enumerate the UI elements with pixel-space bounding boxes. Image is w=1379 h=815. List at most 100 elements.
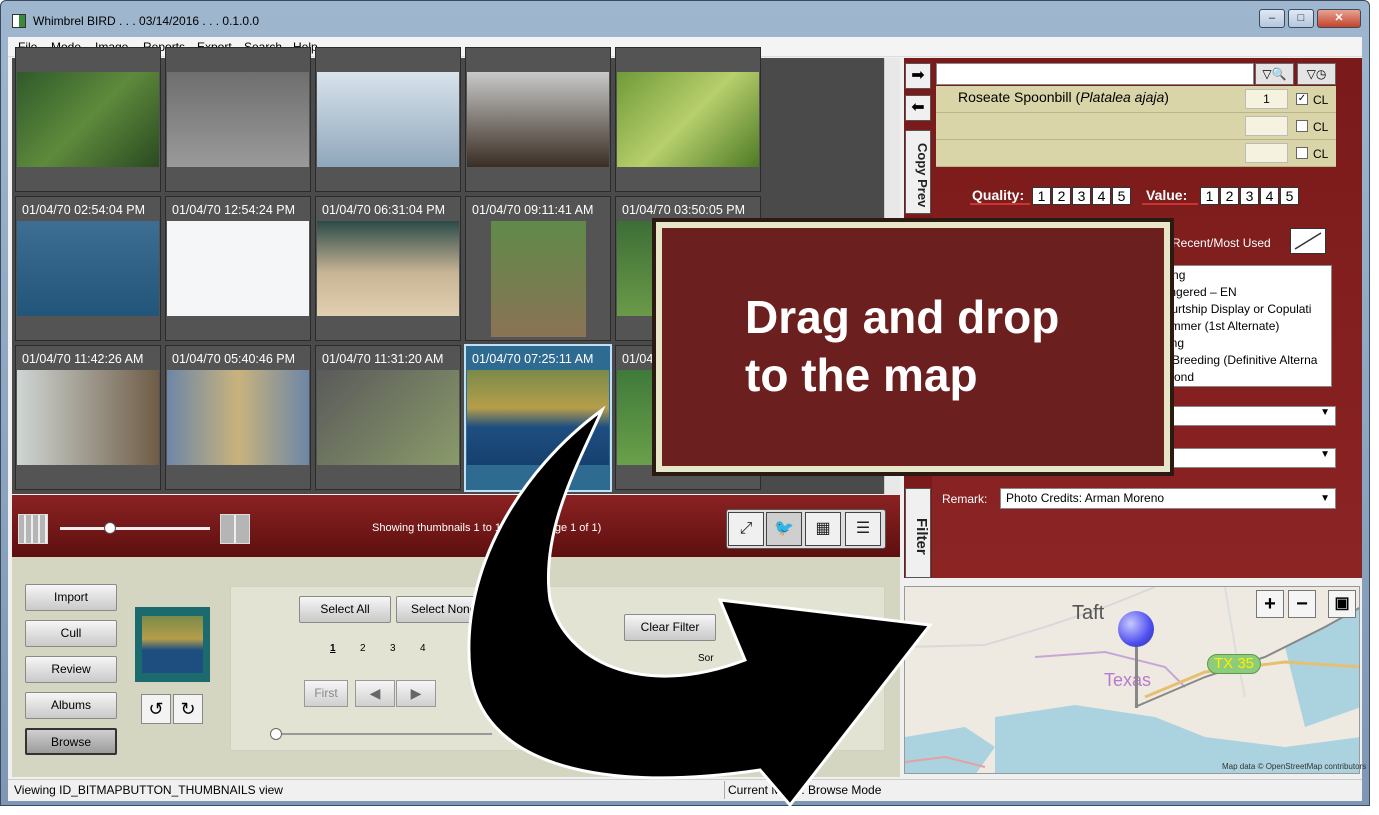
- thumbnail[interactable]: [165, 47, 311, 192]
- pin-stem: [1135, 640, 1138, 708]
- copy-prev-tab[interactable]: Copy Prev: [905, 130, 931, 214]
- map-toggle-icon[interactable]: [1290, 228, 1326, 254]
- chevron-down-icon: ▼: [1320, 449, 1330, 460]
- value-rating-3[interactable]: 3: [1240, 187, 1259, 205]
- bird-photo: [17, 221, 159, 316]
- import-button[interactable]: Import: [25, 584, 117, 611]
- zoom-out-button[interactable]: −: [1288, 590, 1316, 618]
- cl-checkbox[interactable]: [1296, 120, 1308, 132]
- dropdown[interactable]: ▼: [1150, 406, 1336, 426]
- preview-photo: [142, 616, 203, 673]
- page-link[interactable]: 3: [390, 643, 396, 654]
- cull-button[interactable]: Cull: [25, 620, 117, 647]
- quality-rating-3[interactable]: 3: [1072, 187, 1091, 205]
- arrow-right-icon[interactable]: ➡: [905, 63, 931, 89]
- review-button[interactable]: Review: [25, 656, 117, 683]
- page-link[interactable]: 1: [330, 643, 336, 654]
- bird-photo: [617, 72, 759, 167]
- maximize-button[interactable]: □: [1288, 9, 1314, 28]
- species-latin: Platalea ajaja: [1080, 89, 1165, 105]
- map-pin-icon[interactable]: [1118, 611, 1154, 647]
- thumbnail[interactable]: [15, 47, 161, 192]
- callout-text: Drag and drop to the map: [745, 291, 1060, 401]
- bird-photo: [317, 221, 459, 316]
- cl-checkbox-checked[interactable]: ✓: [1296, 93, 1308, 105]
- chevron-down-icon: ▼: [1320, 407, 1330, 418]
- species-count-input[interactable]: [1245, 143, 1288, 163]
- quality-rating-5[interactable]: 5: [1112, 187, 1131, 205]
- species-name: Roseate Spoonbill (Platalea ajaja): [958, 89, 1169, 105]
- remark-value: Photo Credits: Arman Moreno: [1006, 491, 1165, 505]
- thumbnail[interactable]: [315, 47, 461, 192]
- species-common: Roseate Spoonbill: [958, 89, 1072, 105]
- species-count-input[interactable]: 1: [1245, 89, 1288, 109]
- thumbnail[interactable]: 01/04/70 09:11:41 AM: [465, 196, 611, 341]
- remark-dropdown[interactable]: Photo Credits: Arman Moreno ▼: [1000, 488, 1336, 509]
- thumbnail[interactable]: [615, 47, 761, 192]
- thumbnail[interactable]: 01/04/70 12:54:24 PM: [165, 196, 311, 341]
- close-button[interactable]: ✕: [1317, 9, 1361, 28]
- species-search-input[interactable]: [936, 63, 1254, 85]
- quality-label: Quality:: [972, 187, 1025, 203]
- selected-preview: [135, 607, 210, 682]
- thumbnail[interactable]: 01/04/70 11:42:26 AM: [15, 345, 161, 490]
- value-rating-5[interactable]: 5: [1280, 187, 1299, 205]
- thumbnail-timestamp: 01/04/70 05:40:46 PM: [172, 352, 296, 366]
- slider-knob[interactable]: [104, 522, 116, 534]
- app-icon: [12, 14, 26, 28]
- thumbnail[interactable]: 01/04/70 02:54:04 PM: [15, 196, 161, 341]
- thumbnail[interactable]: 01/04/70 06:31:04 PM: [315, 196, 461, 341]
- quality-underline: [970, 203, 1030, 205]
- small-grid-icon[interactable]: [18, 514, 48, 544]
- bird-photo: [17, 72, 159, 167]
- value-rating-2[interactable]: 2: [1220, 187, 1239, 205]
- page-slider-knob[interactable]: [270, 728, 282, 740]
- page-link[interactable]: 4: [420, 643, 426, 654]
- behavior-item[interactable]: ult Breeding (Definitive Alterna: [1156, 353, 1332, 367]
- behavior-item[interactable]: Courtship Display or Copulati: [1156, 302, 1332, 316]
- thumbnail-timestamp: 01/04/70 07:25:11 AM: [472, 352, 594, 366]
- arrow-left-icon[interactable]: ⬅: [905, 95, 931, 121]
- behavior-item[interactable]: Summer (1st Alternate): [1156, 319, 1279, 333]
- rotate-left-icon[interactable]: ↺: [141, 694, 171, 724]
- cl-label: CL: [1313, 93, 1329, 107]
- thumbnail[interactable]: [465, 47, 611, 192]
- fit-map-icon[interactable]: ▣: [1328, 590, 1356, 618]
- browse-button[interactable]: Browse: [25, 728, 117, 755]
- first-page-button[interactable]: First: [304, 680, 348, 707]
- select-all-button[interactable]: Select All: [299, 596, 391, 623]
- bird-photo: [167, 370, 309, 465]
- filter-search-icon[interactable]: ▽🔍: [1255, 63, 1294, 85]
- quality-rating-1[interactable]: 1: [1032, 187, 1051, 205]
- map-label-state: Texas: [1104, 670, 1152, 690]
- thumbnail-timestamp: 01/04/70 11:42:26 AM: [22, 352, 144, 366]
- cl-checkbox[interactable]: [1296, 147, 1308, 159]
- chevron-down-icon: ▼: [1320, 493, 1330, 504]
- minimize-button[interactable]: –: [1259, 9, 1285, 28]
- thumbnail-timestamp: 01/04/70 11:31:20 AM: [322, 352, 444, 366]
- value-rating-1[interactable]: 1: [1200, 187, 1219, 205]
- rotate-right-icon[interactable]: ↻: [173, 694, 203, 724]
- map-label-town: Taft: [1072, 602, 1105, 624]
- thumbnail-size-slider[interactable]: [60, 527, 210, 530]
- bird-photo: [491, 221, 586, 337]
- dropdown[interactable]: ▼: [1150, 448, 1336, 468]
- page-link[interactable]: 2: [360, 643, 366, 654]
- filter-recent-icon[interactable]: ▽◷: [1297, 63, 1336, 85]
- albums-button[interactable]: Albums: [25, 692, 117, 719]
- large-grid-icon[interactable]: [220, 514, 250, 544]
- map-attribution: Map data © OpenStreetMap contributors: [1222, 762, 1367, 771]
- bird-photo: [17, 370, 159, 465]
- zoom-in-button[interactable]: +: [1256, 590, 1284, 618]
- status-view: Viewing ID_BITMAPBUTTON_THUMBNAILS view: [14, 783, 283, 797]
- species-count-input[interactable]: [1245, 116, 1288, 136]
- value-underline: [1142, 203, 1198, 205]
- bird-photo: [467, 72, 609, 167]
- thumbnail-timestamp: 01/04/70 09:11:41 AM: [472, 203, 594, 217]
- quality-rating-4[interactable]: 4: [1092, 187, 1111, 205]
- cl-label: CL: [1313, 147, 1329, 161]
- prev-page-icon[interactable]: ◀: [355, 680, 395, 707]
- value-rating-4[interactable]: 4: [1260, 187, 1279, 205]
- quality-rating-2[interactable]: 2: [1052, 187, 1071, 205]
- thumbnail[interactable]: 01/04/70 05:40:46 PM: [165, 345, 311, 490]
